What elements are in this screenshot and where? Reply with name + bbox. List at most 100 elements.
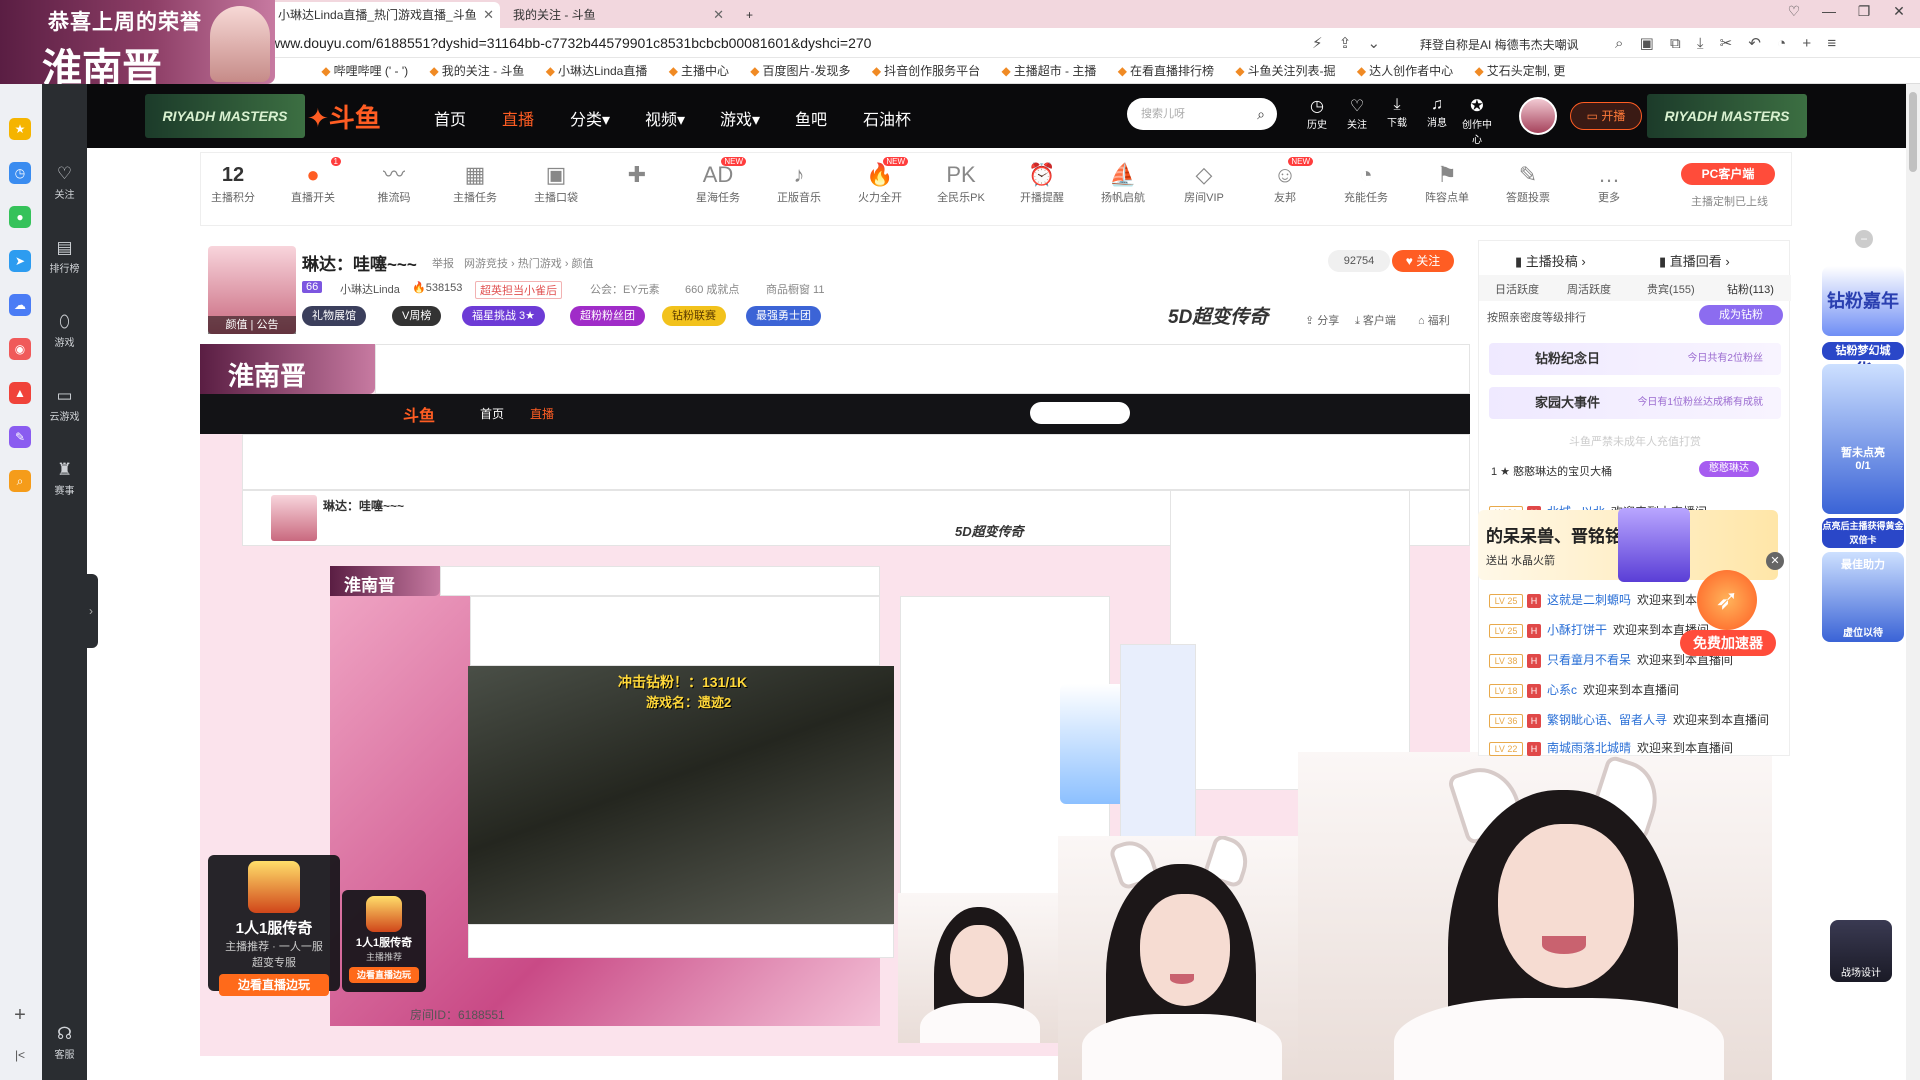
nav-games[interactable]: 游戏▾ [720,106,760,130]
free-accelerator-button[interactable]: 免费加速器 [1680,630,1776,656]
bookmark-item[interactable]: ◆ 艾石头定制, 更 [1474,58,1565,83]
search-icon[interactable]: ⌕ [1257,98,1265,130]
share-icon[interactable]: ⇪ [1339,34,1352,52]
report-link[interactable]: 举报 [432,255,454,271]
add-icon[interactable]: + [9,1004,31,1026]
news-ticker[interactable]: 拜登自称是AI 梅德韦杰夫嘲讽 [1420,36,1579,53]
menu-icon[interactable]: ≡ [1827,35,1836,52]
clock-icon[interactable]: ◷ [9,162,31,184]
game-ad-play-button[interactable]: 边看直播边玩 [349,967,419,983]
nav-events[interactable]: ♜ 赛事 [42,460,87,497]
pill-diamond-league[interactable]: 钻粉联赛 [662,306,726,326]
toolbar-item[interactable]: 〰推流码 [364,161,424,205]
bookmark-item[interactable]: ◆ 达人创作者中心 [1357,58,1453,83]
toolbar-item[interactable]: 🔥 火力全开 NEW [850,157,910,205]
bookmark-item[interactable]: ◆ 哔哩哔哩 (' - ') [321,58,408,83]
toolbar-item[interactable]: ◇ 房间VIP [1174,161,1234,205]
streamer-name[interactable]: 小琳达Linda [340,281,400,297]
new-tab-icon[interactable]: + [738,2,758,28]
history-icon[interactable]: ◔ [1777,35,1786,52]
toolbar-item[interactable]: ▦ 主播任务 [445,161,505,205]
pill-v-weekly[interactable]: V周榜 [392,306,442,326]
undo-icon[interactable]: ↶ [1748,34,1761,52]
bookmark-item[interactable]: ◆ 我的关注 - 斗鱼 [430,58,525,83]
expand-handle[interactable]: › [84,574,98,648]
tab-weekly[interactable]: 周活跃度 [1567,281,1611,297]
send-icon[interactable]: ➤ [9,250,31,272]
pdf-icon[interactable]: ▲ [9,382,31,404]
nav-live[interactable]: 直播 [502,106,534,130]
messages-button[interactable]: ♫ 消息 [1419,96,1455,129]
lightning-icon[interactable]: ⚡ [1312,34,1323,52]
pill-brave-team[interactable]: 最强勇士团 [746,306,821,326]
rocket-icon[interactable]: ➶ [1697,570,1757,630]
search-icon[interactable]: ⌕ [9,470,31,492]
pill-gift-hall[interactable]: 礼物展馆 [302,306,366,326]
extension-icon[interactable]: ⧉ [1670,35,1681,52]
nav-follow[interactable]: ♡ 关注 [42,164,87,201]
toolbar-item[interactable]: ▣ 主播口袋 [526,161,586,205]
browser-tab-active[interactable]: 小琳达Linda直播_热门游戏直播_斗鱼 ✕ [270,2,500,28]
start-live-button[interactable]: ▭ 开播 [1570,102,1642,130]
nav-home[interactable]: 首页 [434,106,466,130]
tools-icon[interactable]: ✂ [1720,34,1733,52]
app-icon[interactable]: ◉ [9,338,31,360]
toolbar-item[interactable]: ☺ 友邦 NEW [1255,157,1315,205]
star-icon[interactable]: ★ [9,118,31,140]
fan-dream-city[interactable]: 钻粉梦幻城 [1822,342,1904,360]
user-avatar[interactable] [1519,97,1557,135]
close-icon[interactable]: − [1855,230,1873,248]
nav-games[interactable]: ⬯ 游戏 [42,312,87,349]
toolbar-item[interactable]: ● 直播开关 1 [283,157,343,205]
toolbar-item[interactable]: ⛵ 扬帆启航 [1093,161,1153,205]
share-button[interactable]: ⇪ 分享 [1305,312,1339,328]
chevron-down-icon[interactable]: ⌄ [1367,34,1380,52]
nav-fishbar[interactable]: 鱼吧 [795,106,827,130]
client-button[interactable]: ⤓ 客户端 [1355,312,1396,328]
scrollbar-thumb[interactable] [1909,92,1917,172]
event-banner-right[interactable]: RIYADH MASTERS [1647,94,1807,138]
page-scrollbar[interactable] [1906,84,1920,1080]
douyu-logo[interactable]: ✦斗鱼 [307,98,381,135]
follow-button[interactable]: ♡ 关注 [1339,96,1375,131]
pc-client-button[interactable]: PC客户端 [1681,163,1775,185]
nav-video[interactable]: 视频▾ [645,106,685,130]
browser-tab[interactable]: 我的关注 - 斗鱼 ✕ [505,2,730,28]
tab-vip[interactable]: 贵宾(155) [1647,281,1695,297]
bookmark-item[interactable]: ◆ 斗鱼关注列表-掘 [1235,58,1335,83]
history-button[interactable]: ◷ 历史 [1299,96,1335,131]
become-fan-button[interactable]: 成为钻粉 [1699,305,1783,325]
download-button[interactable]: ⤓ 下载 [1379,96,1415,129]
goods-window[interactable]: 商品橱窗 11 [766,281,824,297]
toolbar-item[interactable]: PK 全民乐PK [931,161,991,205]
collapse-icon[interactable]: |< [9,1044,31,1066]
edit-icon[interactable]: ✎ [9,426,31,448]
close-icon[interactable]: ✕ [713,2,724,28]
chat-icon[interactable]: ☁ [9,294,31,316]
fan-anniversary-banner[interactable]: 钻粉纪念日 今日共有2位粉丝 [1489,343,1781,375]
close-window-icon[interactable]: ✕ [1885,3,1913,20]
game-ad-card[interactable]: 1人1服传奇 主播推荐 · 一人一服 超变专服 边看直播边玩 [208,855,340,996]
restore-icon[interactable]: ❐ [1850,3,1878,20]
close-icon[interactable]: ✕ [483,2,494,28]
translate-icon[interactable]: ▣ [1640,34,1654,52]
rank-item-1[interactable]: 1 ★ 憨憨琳达的宝贝大桶 [1491,463,1612,479]
toolbar-item[interactable]: ✚ [607,161,667,189]
toolbar-item[interactable]: ◔ 充能任务 [1336,161,1396,205]
follow-button[interactable]: ♥ 关注 [1392,250,1454,272]
tab-replay[interactable]: ▮ 直播回看 › [1659,251,1730,270]
gift-promo-popup[interactable]: 的呆呆兽、晋铭铭 送出 水晶火箭 ✕ [1478,508,1784,582]
close-icon[interactable]: ✕ [1766,552,1784,570]
toolbar-item[interactable]: AD 星海任务 NEW [688,157,748,205]
toolbar-item[interactable]: ✎ 答题投票 [1498,161,1558,205]
light-up-card[interactable]: 暂未点亮 0/1 [1822,364,1904,514]
minimize-icon[interactable]: — [1815,3,1843,19]
nav-oil-cup[interactable]: 石油杯 [863,106,911,130]
bookmark-item[interactable]: ◆ 主播中心 [669,58,729,83]
nav-cloud-games[interactable]: ▭ 云游戏 [42,386,87,423]
nav-service[interactable]: ☊ 客服 [42,1024,87,1061]
search-input[interactable]: 搜索儿呀 ⌕ [1127,98,1277,130]
toolbar-item[interactable]: ⚑ 阵容点单 [1417,161,1477,205]
shield-icon[interactable]: ♡ [1780,3,1808,20]
tab-diamond-fans[interactable]: 钻粉(113) [1727,281,1774,297]
